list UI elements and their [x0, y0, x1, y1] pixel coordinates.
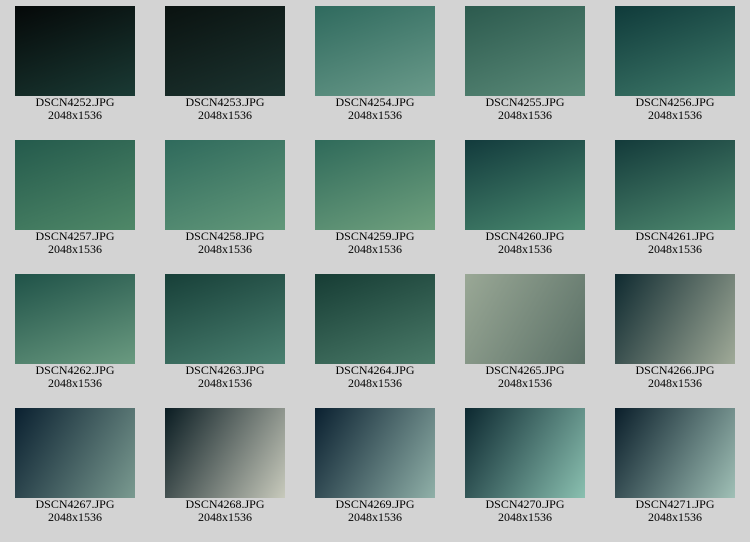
- image-thumbnail[interactable]: [15, 140, 135, 230]
- gallery-item[interactable]: DSCN4258.JPG 2048x1536: [150, 134, 300, 268]
- image-dimensions: 2048x1536: [498, 108, 552, 122]
- image-dimensions: 2048x1536: [198, 376, 252, 390]
- gallery-item[interactable]: DSCN4268.JPG 2048x1536: [150, 402, 300, 536]
- gallery-item[interactable]: DSCN4261.JPG 2048x1536: [600, 134, 750, 268]
- image-dimensions: 2048x1536: [198, 510, 252, 524]
- image-thumbnail[interactable]: [165, 6, 285, 96]
- image-thumbnail[interactable]: [15, 408, 135, 498]
- image-thumbnail[interactable]: [465, 274, 585, 364]
- image-thumbnail[interactable]: [165, 140, 285, 230]
- gallery-item[interactable]: DSCN4262.JPG 2048x1536: [0, 268, 150, 402]
- image-dimensions: 2048x1536: [48, 376, 102, 390]
- image-thumbnail[interactable]: [315, 6, 435, 96]
- gallery-item[interactable]: DSCN4254.JPG 2048x1536: [300, 0, 450, 134]
- image-dimensions: 2048x1536: [198, 108, 252, 122]
- gallery-item[interactable]: DSCN4260.JPG 2048x1536: [450, 134, 600, 268]
- gallery-item[interactable]: DSCN4259.JPG 2048x1536: [300, 134, 450, 268]
- gallery-item[interactable]: DSCN4269.JPG 2048x1536: [300, 402, 450, 536]
- gallery-item[interactable]: DSCN4271.JPG 2048x1536: [600, 402, 750, 536]
- gallery-item[interactable]: DSCN4270.JPG 2048x1536: [450, 402, 600, 536]
- gallery-item[interactable]: DSCN4256.JPG 2048x1536: [600, 0, 750, 134]
- image-thumbnail[interactable]: [615, 6, 735, 96]
- image-dimensions: 2048x1536: [498, 242, 552, 256]
- gallery-item[interactable]: DSCN4257.JPG 2048x1536: [0, 134, 150, 268]
- gallery-item[interactable]: DSCN4255.JPG 2048x1536: [450, 0, 600, 134]
- gallery-item[interactable]: DSCN4265.JPG 2048x1536: [450, 268, 600, 402]
- image-dimensions: 2048x1536: [498, 510, 552, 524]
- gallery-item[interactable]: DSCN4252.JPG 2048x1536: [0, 0, 150, 134]
- image-dimensions: 2048x1536: [48, 510, 102, 524]
- image-dimensions: 2048x1536: [648, 108, 702, 122]
- image-dimensions: 2048x1536: [48, 242, 102, 256]
- gallery-item[interactable]: DSCN4263.JPG 2048x1536: [150, 268, 300, 402]
- image-thumbnail[interactable]: [315, 140, 435, 230]
- gallery-item[interactable]: DSCN4253.JPG 2048x1536: [150, 0, 300, 134]
- image-dimensions: 2048x1536: [498, 376, 552, 390]
- image-dimensions: 2048x1536: [648, 510, 702, 524]
- gallery-item[interactable]: DSCN4267.JPG 2048x1536: [0, 402, 150, 536]
- image-thumbnail[interactable]: [165, 274, 285, 364]
- image-dimensions: 2048x1536: [198, 242, 252, 256]
- image-thumbnail[interactable]: [15, 274, 135, 364]
- image-thumbnail[interactable]: [465, 6, 585, 96]
- image-thumbnail[interactable]: [615, 140, 735, 230]
- image-dimensions: 2048x1536: [348, 510, 402, 524]
- image-thumbnail[interactable]: [465, 140, 585, 230]
- image-thumbnail[interactable]: [615, 408, 735, 498]
- image-thumbnail[interactable]: [315, 408, 435, 498]
- image-thumbnail[interactable]: [465, 408, 585, 498]
- gallery-item[interactable]: DSCN4264.JPG 2048x1536: [300, 268, 450, 402]
- image-dimensions: 2048x1536: [348, 376, 402, 390]
- image-dimensions: 2048x1536: [48, 108, 102, 122]
- image-thumbnail[interactable]: [315, 274, 435, 364]
- image-dimensions: 2048x1536: [648, 376, 702, 390]
- gallery-item[interactable]: DSCN4266.JPG 2048x1536: [600, 268, 750, 402]
- image-thumbnail[interactable]: [15, 6, 135, 96]
- image-dimensions: 2048x1536: [348, 108, 402, 122]
- image-dimensions: 2048x1536: [648, 242, 702, 256]
- image-thumbnail[interactable]: [615, 274, 735, 364]
- image-dimensions: 2048x1536: [348, 242, 402, 256]
- image-thumbnail[interactable]: [165, 408, 285, 498]
